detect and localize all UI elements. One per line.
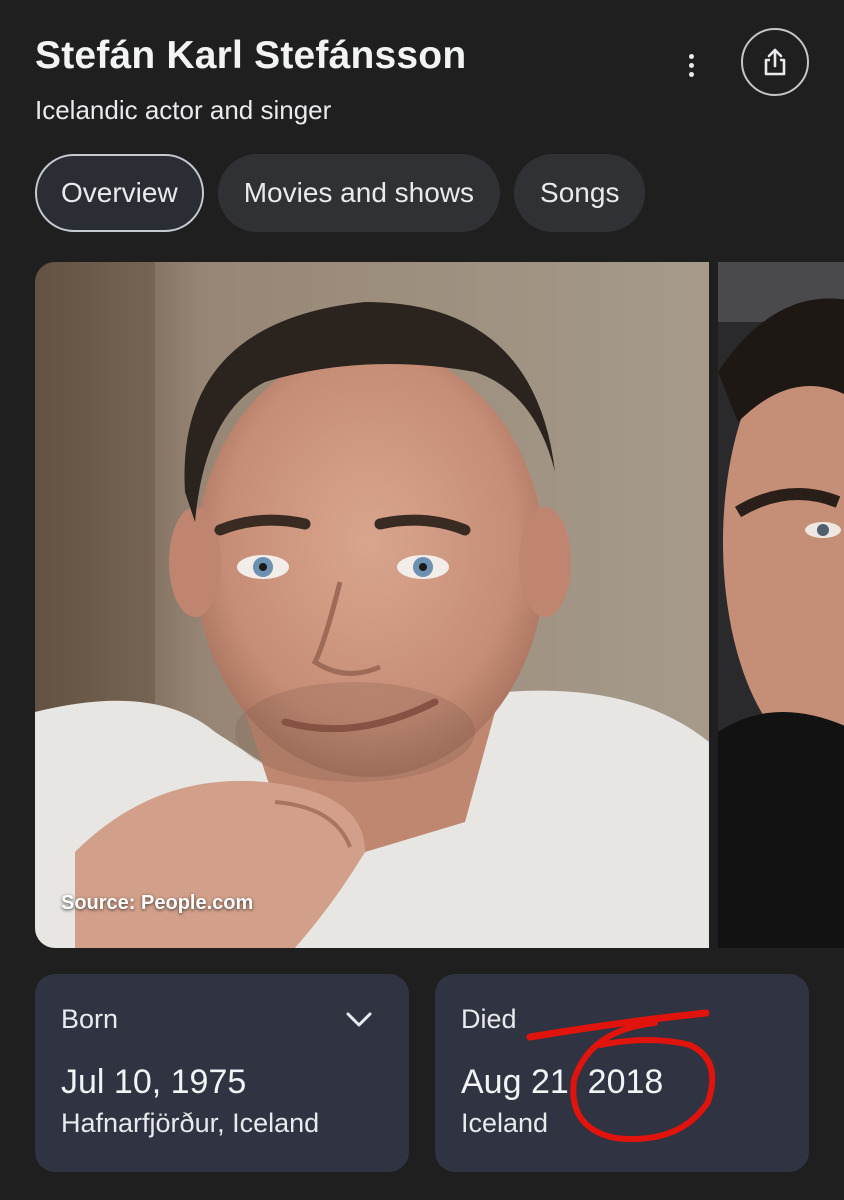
more-options-button[interactable] — [672, 46, 710, 84]
born-place: Hafnarfjörður, Iceland — [61, 1108, 320, 1138]
born-card[interactable]: Born Jul 10, 1975 Hafnarfjörður, Iceland — [35, 974, 409, 1172]
share-button[interactable] — [741, 28, 809, 96]
secondary-photo[interactable] — [718, 262, 844, 948]
main-portrait-photo[interactable]: Source: People.com — [35, 262, 709, 948]
born-date: Jul 10, 1975 — [61, 1063, 247, 1101]
died-card: Died Aug 21, 2018 Iceland — [435, 974, 809, 1172]
more-vert-icon-dot — [688, 71, 694, 77]
entity-tabs: Overview Movies and shows Songs — [35, 154, 646, 232]
tab-songs[interactable]: Songs — [514, 154, 646, 232]
more-vert-icon — [688, 53, 694, 59]
entity-title: Stefán Karl Stefánsson — [35, 34, 467, 77]
more-vert-icon-dot — [688, 62, 694, 68]
died-place: Iceland — [461, 1108, 549, 1138]
share-icon — [764, 48, 786, 76]
chevron-down-icon — [346, 1012, 372, 1027]
portrait-image — [35, 262, 709, 948]
died-label: Died — [461, 1004, 517, 1034]
secondary-image — [718, 262, 844, 948]
image-source-label: Source: People.com — [61, 892, 254, 914]
born-label: Born — [61, 1004, 119, 1034]
tab-movies-and-shows[interactable]: Movies and shows — [217, 154, 501, 232]
knowledge-panel-header: Stefán Karl Stefánsson Icelandic actor a… — [35, 30, 675, 126]
died-date: Aug 21, 2018 — [461, 1063, 664, 1101]
entity-subtitle: Icelandic actor and singer — [35, 95, 332, 125]
image-carousel[interactable]: Source: People.com — [35, 262, 844, 948]
tab-overview[interactable]: Overview — [35, 154, 204, 232]
